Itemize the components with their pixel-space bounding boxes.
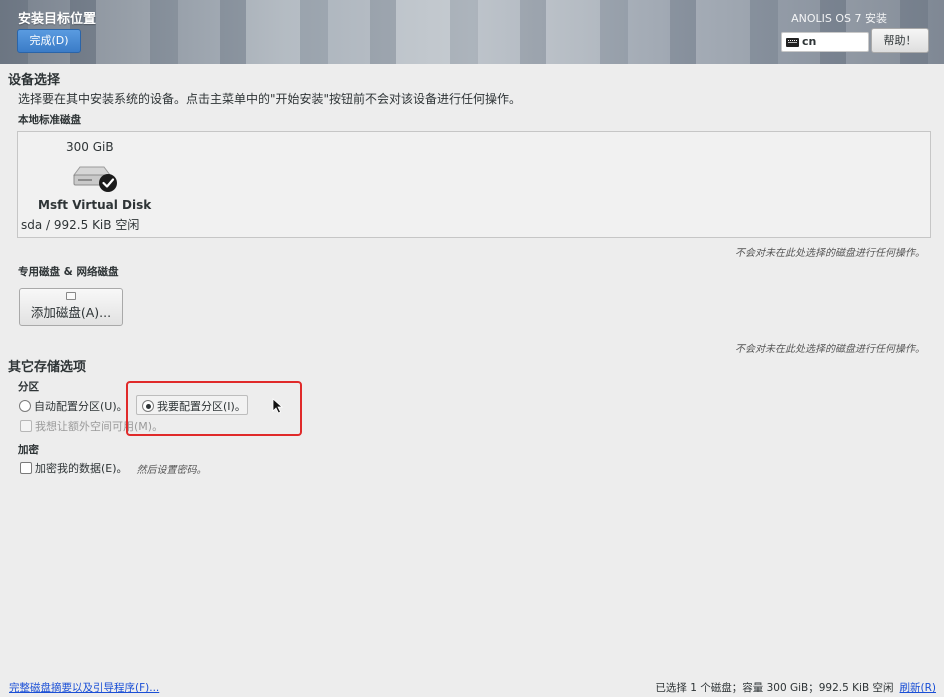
auto-partition-option[interactable]: 自动配置分区(U)。 — [19, 398, 128, 414]
disk-size: 300 GiB — [66, 140, 114, 154]
page-title: 安装目标位置 — [18, 12, 97, 27]
encrypt-data-label: 加密我的数据(E)。 — [35, 462, 128, 475]
selection-status: 已选择 1 个磁盘；容量 300 GiB；992.5 KiB 空闲 — [655, 682, 894, 694]
hard-disk-checked-icon — [73, 166, 117, 192]
encryption-label: 加密 — [18, 444, 39, 456]
keyboard-layout-label: cn — [802, 35, 817, 48]
extra-space-checkbox — [20, 420, 32, 432]
device-selection-heading: 设备选择 — [8, 73, 61, 88]
local-disks-note: 不会对未在此处选择的磁盘进行任何操作。 — [735, 248, 925, 259]
encrypt-data-option[interactable]: 加密我的数据(E)。 然后设置密码。 — [20, 460, 207, 476]
disk-icon — [66, 292, 76, 300]
special-disks-label: 专用磁盘 & 网络磁盘 — [18, 266, 119, 278]
add-disk-label: 添加磁盘(A)... — [30, 305, 112, 320]
keyboard-icon — [786, 37, 799, 47]
refresh-link[interactable]: 刷新(R) — [900, 682, 937, 694]
encrypt-hint: 然后设置密码。 — [136, 464, 207, 476]
disk-name: Msft Virtual Disk — [38, 198, 152, 212]
local-disks-panel: 300 GiB Msft Virtual Disk sda / 992.5 Ki… — [17, 131, 931, 238]
partition-label: 分区 — [18, 381, 39, 393]
other-options-heading: 其它存储选项 — [8, 360, 87, 375]
footer-status: 已选择 1 个磁盘；容量 300 GiB；992.5 KiB 空闲 刷新(R) — [655, 680, 936, 695]
disk-summary-link[interactable]: 完整磁盘摘要以及引导程序(F)... — [9, 680, 159, 695]
local-disks-label: 本地标准磁盘 — [18, 114, 81, 126]
encrypt-data-checkbox[interactable] — [20, 462, 32, 474]
product-title: ANOLIS OS 7 安装 — [791, 12, 887, 25]
header-banner: 安装目标位置 完成(D) ANOLIS OS 7 安装 cn 帮助！ — [0, 0, 944, 64]
special-disks-note: 不会对未在此处选择的磁盘进行任何操作。 — [735, 344, 925, 355]
done-button[interactable]: 完成(D) — [17, 29, 81, 53]
add-disk-button[interactable]: 添加磁盘(A)... — [19, 288, 123, 326]
disk-free-space: sda / 992.5 KiB 空闲 — [21, 218, 140, 232]
disk-tile-sda[interactable]: 300 GiB Msft Virtual Disk sda / 992.5 Ki… — [18, 132, 163, 237]
help-button[interactable]: 帮助！ — [871, 28, 929, 53]
mouse-cursor-icon — [272, 398, 284, 414]
auto-partition-label: 自动配置分区(U)。 — [34, 400, 128, 413]
device-selection-description: 选择要在其中安装系统的设备。点击主菜单中的"开始安装"按钮前不会对该设备进行任何… — [18, 92, 522, 106]
keyboard-layout-indicator[interactable]: cn — [781, 32, 869, 52]
auto-partition-radio[interactable] — [19, 400, 31, 412]
